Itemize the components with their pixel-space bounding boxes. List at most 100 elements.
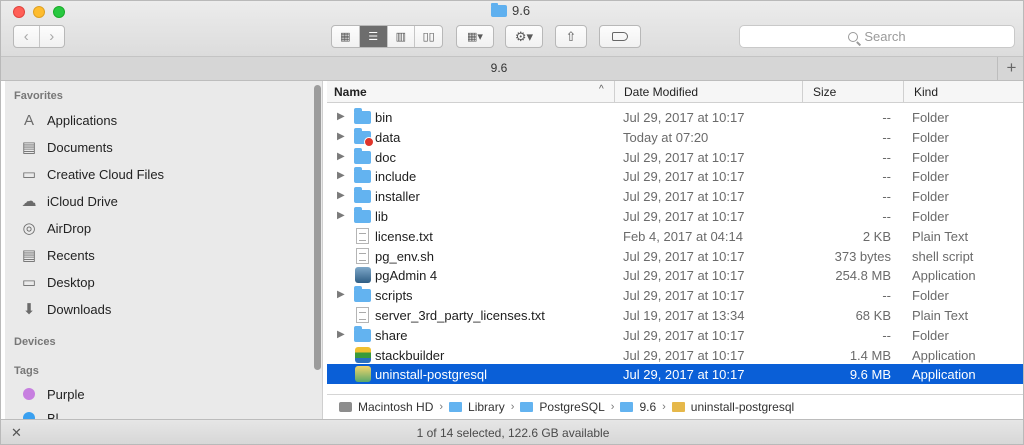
path-separator-icon: › [439,401,444,413]
sidebar-item-desktop[interactable]: ▭ Desktop [19,271,95,293]
icon-shape [356,307,369,323]
sidebar-item-documents[interactable]: ▤ Documents [19,136,113,158]
column-header-date[interactable]: Date Modified [624,85,698,99]
file-name: data [375,129,401,145]
view-mode-group: ▦ ☰ ▥ ▯▯ [331,25,443,48]
uninstall-app-icon [354,366,372,383]
file-size: -- [882,110,891,125]
tab-current[interactable]: 9.6 [1,61,997,75]
file-row[interactable]: uninstall-postgresql Jul 29, 2017 at 10:1… [327,364,1023,385]
minimize-window-button[interactable] [33,6,45,18]
path-separator-icon: › [662,401,666,413]
text-document-icon [354,227,372,244]
icon-shape [354,207,371,223]
icon-shape [355,346,371,363]
path-segment[interactable]: Macintosh HD [358,400,433,414]
disclosure-triangle-icon[interactable]: ▶ [337,151,345,162]
action-gear-button[interactable]: ⚙▾ [505,25,543,48]
file-row[interactable]: ▶ data Today at 07:20 -- Folder [327,127,1023,147]
disclosure-triangle-icon[interactable]: ▶ [337,170,345,181]
folder-icon [354,286,372,303]
sidebar-item-label: Purple [47,386,85,402]
sidebar-tag-blue[interactable]: Bl [19,407,59,419]
arrange-button[interactable]: ▦▾ [456,25,494,48]
file-name: installer [375,189,420,205]
file-row[interactable]: ▶ bin Jul 29, 2017 at 10:17 -- Folder [327,107,1023,127]
column-divider[interactable] [802,81,803,103]
file-date: Jul 29, 2017 at 10:17 [623,110,745,125]
file-date: Jul 19, 2017 at 13:34 [623,308,745,323]
icon-shape [356,247,369,264]
disclosure-triangle-icon[interactable]: ▶ [337,111,345,122]
window-title: 9.6 [491,2,530,18]
folder-icon [354,187,372,204]
file-row[interactable]: ▶ doc Jul 29, 2017 at 10:17 -- Folder [327,147,1023,167]
file-name: stackbuilder [375,347,445,363]
icon-shape [356,227,369,244]
column-header-size[interactable]: Size [813,85,836,99]
path-segment[interactable]: Library [468,400,505,414]
airdrop-icon: ◎ [22,220,36,237]
column-header-name[interactable]: Name [334,85,367,99]
tags-header[interactable]: Tags [14,365,39,377]
file-row[interactable]: ▶ share Jul 29, 2017 at 10:17 -- Folder [327,325,1023,345]
sidebar-item-applications[interactable]: A Applications [19,109,117,131]
disclosure-triangle-icon[interactable]: ▶ [337,329,345,340]
file-row[interactable]: pg_env.sh Jul 29, 2017 at 10:17 373 bytes s… [327,246,1023,266]
file-kind: Folder [912,129,949,145]
file-row[interactable]: server_3rd_party_licenses.txt Jul 19, 201… [327,305,1023,325]
file-row[interactable]: ▶ include Jul 29, 2017 at 10:17 -- Folder [327,166,1023,186]
file-kind: Folder [912,149,949,165]
column-view-button[interactable]: ▥ [388,26,416,47]
disclosure-triangle-icon[interactable]: ▶ [337,289,345,300]
file-size: 68 KB [855,308,891,323]
list-view-button[interactable]: ☰ [359,26,388,47]
file-row[interactable]: license.txt Feb 4, 2017 at 04:14 2 KB Plain… [327,226,1023,246]
path-segment[interactable]: uninstall-postgresql [691,400,794,414]
sidebar-item-downloads[interactable]: ⬇ Downloads [19,298,112,320]
file-size: -- [882,129,891,145]
cover-flow-view-button[interactable]: ▯▯ [415,26,442,47]
icon-shape [354,108,371,124]
forward-button[interactable]: › [40,26,65,47]
file-row[interactable]: pgAdmin 4 Jul 29, 2017 at 10:17 254.8 MB Ap… [327,265,1023,285]
sidebar-item-label: AirDrop [47,220,92,236]
path-segment[interactable]: 9.6 [639,400,656,414]
zoom-window-button[interactable] [53,6,65,18]
file-row[interactable]: stackbuilder Jul 29, 2017 at 10:17 1.4 MB A… [327,345,1023,365]
column-divider[interactable] [614,81,615,103]
file-row[interactable]: ▶ installer Jul 29, 2017 at 10:17 -- Folder [327,186,1023,206]
blue-tag-icon [23,412,35,419]
sidebar-item-icloud-drive[interactable]: ☁ iCloud Drive [19,190,118,212]
column-header-kind[interactable]: Kind [914,85,938,99]
disclosure-triangle-icon[interactable]: ▶ [337,131,345,142]
disclosure-triangle-icon[interactable]: ▶ [337,210,345,221]
new-tab-button[interactable]: + [997,57,1023,81]
file-row[interactable]: ▶ lib Jul 29, 2017 at 10:17 -- Folder [327,206,1023,226]
icon-view-button[interactable]: ▦ [332,26,360,47]
file-date: Today at 07:20 [623,129,709,145]
sidebar-tag-purple[interactable]: Purple [19,383,85,405]
share-button[interactable]: ⇧ [555,25,587,48]
sidebar-item-recents[interactable]: ▤ Recents [19,244,95,266]
disclosure-triangle-icon[interactable]: ▶ [337,190,345,201]
file-name: share [375,327,408,343]
back-button[interactable]: ‹ [14,26,40,47]
search-placeholder: Search [864,29,906,44]
sidebar-scrollbar[interactable] [314,85,321,370]
search-input[interactable]: Search [739,25,1015,48]
file-date: Feb 4, 2017 at 04:14 [623,228,743,244]
edit-tags-button[interactable] [599,25,641,48]
close-window-button[interactable] [13,6,25,18]
column-divider[interactable] [903,81,904,103]
sidebar-item-label: Recents [47,247,95,263]
devices-header[interactable]: Devices [14,336,56,348]
sidebar-item-creative-cloud[interactable]: ▭ Creative Cloud Files [19,163,164,185]
file-date: Jul 29, 2017 at 10:17 [623,248,745,264]
file-row[interactable]: ▶ scripts Jul 29, 2017 at 10:17 -- Folder [327,285,1023,305]
file-name: uninstall-postgresql [375,367,488,383]
sidebar-item-airdrop[interactable]: ◎ AirDrop [19,217,91,239]
path-segment[interactable]: PostgreSQL [539,400,604,414]
column-header-row: Name ^ Date Modified Size Kind [327,81,1023,103]
folder-icon [354,325,372,343]
